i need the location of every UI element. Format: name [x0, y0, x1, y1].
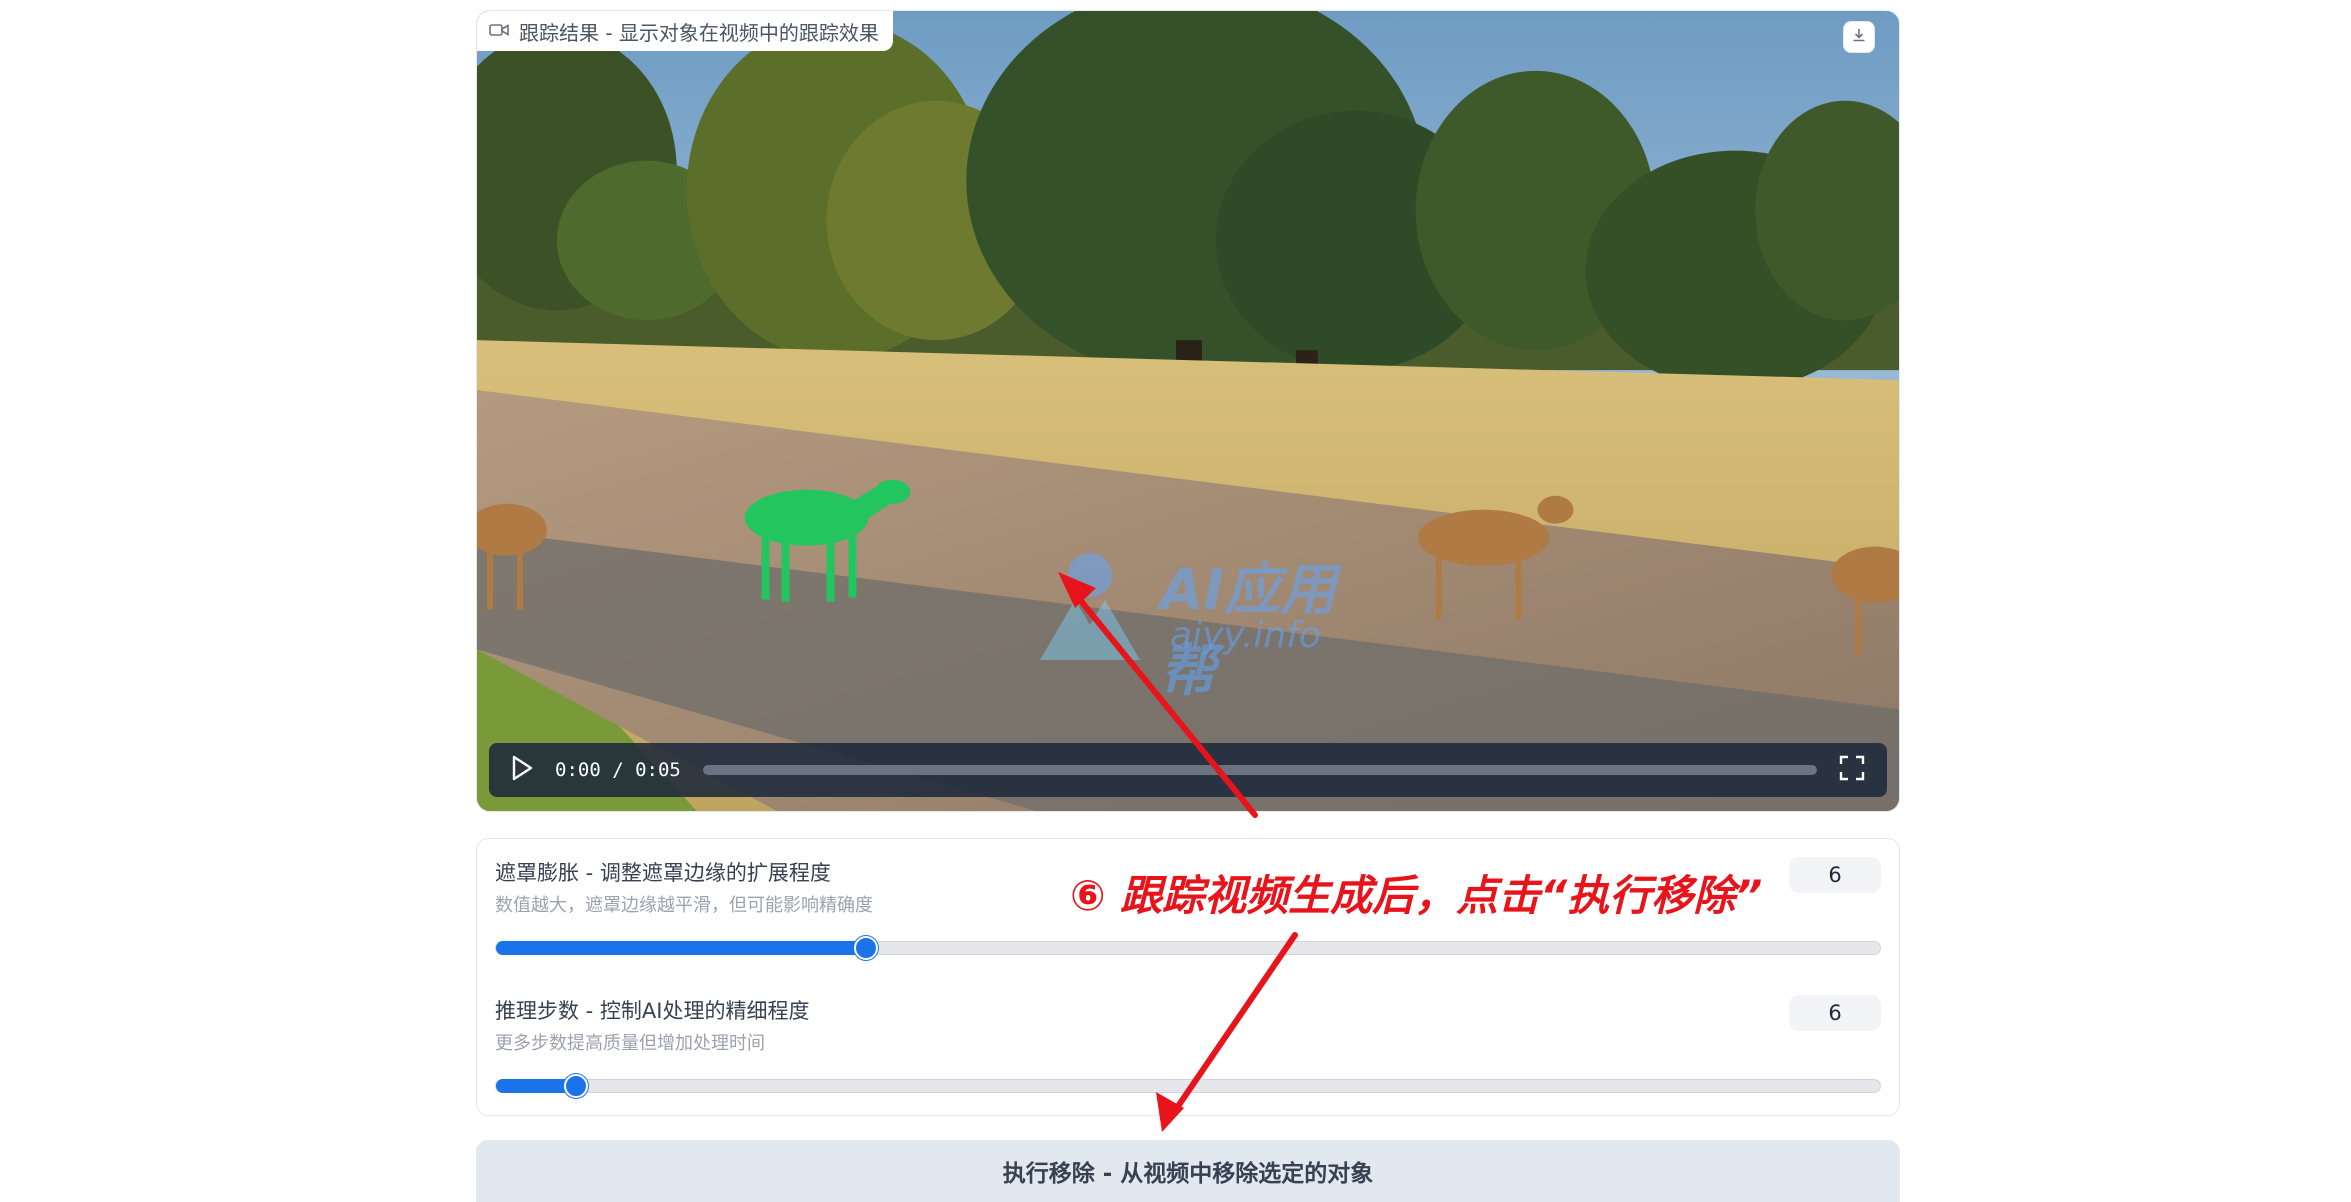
video-camera-icon [489, 19, 509, 43]
video-label: 跟踪结果 - 显示对象在视频中的跟踪效果 [477, 11, 893, 51]
mask-dilation-slider[interactable] [495, 936, 1881, 960]
inference-steps-thumb[interactable] [564, 1074, 589, 1098]
video-controls: 0:00 / 0:05 [489, 743, 1887, 797]
play-icon[interactable] [511, 755, 533, 785]
fullscreen-icon[interactable] [1839, 755, 1865, 785]
execute-remove-button[interactable]: 执行移除 - 从视频中移除选定的对象 [476, 1140, 1900, 1202]
video-progress-bar[interactable] [702, 765, 1817, 775]
watermark: AI应用帮 aiyy.info [1030, 545, 1350, 704]
mask-dilation-description: 数值越大，遮罩边缘越平滑，但可能影响精确度 [495, 895, 873, 916]
video-time: 0:00 / 0:05 [555, 759, 681, 781]
inference-steps-slider-block: 推理步数 - 控制AI处理的精细程度 更多步数提高质量但增加处理时间 6 [495, 995, 1881, 1125]
inference-steps-value-input[interactable]: 6 [1789, 995, 1881, 1031]
watermark-domain: aiyy.info [1170, 615, 1321, 656]
watermark-logo-icon [1040, 553, 1140, 660]
inference-steps-slider[interactable] [495, 1074, 1881, 1098]
mask-dilation-value-input[interactable]: 6 [1789, 857, 1881, 893]
app-root: 跟踪结果 - 显示对象在视频中的跟踪效果 0:00 / 0:05 AI应用帮 a… [0, 0, 2351, 1202]
download-button[interactable] [1843, 21, 1875, 53]
video-label-text: 跟踪结果 - 显示对象在视频中的跟踪效果 [519, 20, 879, 45]
mask-dilation-title: 遮罩膨胀 - 调整遮罩边缘的扩展程度 [495, 861, 831, 885]
annotation-text: ⑥ 跟踪视频生成后，点击“执行移除” [1070, 871, 1763, 920]
download-icon [1851, 27, 1867, 47]
mask-dilation-thumb[interactable] [853, 936, 878, 960]
inference-steps-title: 推理步数 - 控制AI处理的精细程度 [495, 999, 810, 1023]
inference-steps-description: 更多步数提高质量但增加处理时间 [495, 1033, 765, 1054]
mask-dilation-fill [496, 941, 866, 955]
